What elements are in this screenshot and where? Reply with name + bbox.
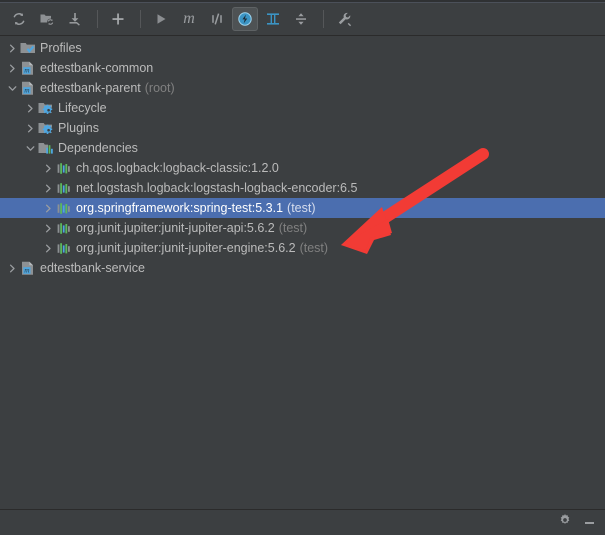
minimize-icon bbox=[584, 521, 594, 524]
tree-node-plugins[interactable]: Plugins bbox=[0, 118, 605, 138]
tree-node-label: org.junit.jupiter:junit-jupiter-api:5.6.… bbox=[76, 221, 275, 235]
folder-refresh-icon bbox=[39, 11, 55, 27]
hide-button[interactable] bbox=[579, 513, 599, 533]
dependency-icon bbox=[55, 220, 72, 236]
tree-node-label: net.logstash.logback:logstash-logback-en… bbox=[76, 181, 358, 195]
gear-icon bbox=[558, 513, 572, 532]
tree-node-label: ch.qos.logback:logback-classic:1.2.0 bbox=[76, 161, 279, 175]
dependency-icon bbox=[55, 200, 72, 216]
tree-node-junit-jupiter-api[interactable]: org.junit.jupiter:junit-jupiter-api:5.6.… bbox=[0, 218, 605, 238]
chevron-right-icon[interactable] bbox=[6, 58, 19, 78]
profiles-folder-icon bbox=[19, 40, 36, 56]
chevron-right-icon[interactable] bbox=[42, 158, 55, 178]
reimport-all-maven-projects-button[interactable] bbox=[6, 7, 32, 31]
dependency-icon bbox=[55, 180, 72, 196]
toolbar-separator-3 bbox=[323, 10, 324, 28]
add-maven-project-button[interactable] bbox=[105, 7, 131, 31]
maven-m-icon: m bbox=[183, 10, 195, 27]
maven-module-icon: m bbox=[19, 260, 36, 276]
toolbar-separator-2 bbox=[140, 10, 141, 28]
collapse-all-button[interactable] bbox=[288, 7, 314, 31]
plugins-folder-icon bbox=[37, 120, 54, 136]
download-sources-and-documentation-button[interactable] bbox=[62, 7, 88, 31]
tree-node-edtestbank-common[interactable]: m edtestbank-common bbox=[0, 58, 605, 78]
dependency-icon bbox=[55, 160, 72, 176]
run-maven-build-button[interactable] bbox=[148, 7, 174, 31]
toolbar-separator-1 bbox=[97, 10, 98, 28]
maven-module-icon: m bbox=[19, 60, 36, 76]
wrench-icon bbox=[336, 11, 352, 27]
tool-window-statusbar bbox=[0, 509, 605, 535]
chevron-down-icon[interactable] bbox=[6, 78, 19, 98]
tree-node-label: org.junit.jupiter:junit-jupiter-engine:5… bbox=[76, 241, 296, 255]
tree-node-lifecycle[interactable]: Lifecycle bbox=[0, 98, 605, 118]
dependencies-folder-icon bbox=[37, 140, 54, 156]
maven-settings-button[interactable] bbox=[331, 7, 357, 31]
chevron-right-icon[interactable] bbox=[6, 258, 19, 278]
tree-node-profiles[interactable]: Profiles bbox=[0, 38, 605, 58]
tree-node-spring-test[interactable]: org.springframework:spring-test:5.3.1 (te… bbox=[0, 198, 605, 218]
tree-node-label: edtestbank-common bbox=[40, 61, 154, 75]
tree-node-scope-label: (test) bbox=[299, 241, 329, 255]
chevron-right-icon[interactable] bbox=[24, 98, 37, 118]
maven-toolbar: m bbox=[0, 3, 605, 36]
chevron-right-icon[interactable] bbox=[6, 38, 19, 58]
tree-node-label: Lifecycle bbox=[58, 101, 107, 115]
maven-projects-tree[interactable]: Profiles m edtestbank-common m edtestbank-pa… bbox=[0, 36, 605, 509]
chevron-right-icon[interactable] bbox=[42, 218, 55, 238]
maven-module-icon: m bbox=[19, 80, 36, 96]
generate-sources-and-update-folders-button[interactable] bbox=[34, 7, 60, 31]
tree-node-label: org.springframework:spring-test:5.3.1 bbox=[76, 201, 284, 215]
execute-maven-goal-button[interactable]: m bbox=[176, 7, 202, 31]
toggle-skip-tests-button[interactable] bbox=[204, 7, 230, 31]
chevron-down-icon[interactable] bbox=[24, 138, 37, 158]
chevron-right-icon[interactable] bbox=[42, 238, 55, 258]
toggle-offline-mode-button[interactable] bbox=[232, 7, 258, 31]
offline-mode-icon bbox=[237, 11, 253, 27]
tree-node-label: edtestbank-parent bbox=[40, 81, 141, 95]
chevron-right-icon[interactable] bbox=[24, 118, 37, 138]
dependency-icon bbox=[55, 240, 72, 256]
tree-node-logback-classic[interactable]: ch.qos.logback:logback-classic:1.2.0 bbox=[0, 158, 605, 178]
lifecycle-folder-icon bbox=[37, 100, 54, 116]
tree-node-edtestbank-parent[interactable]: m edtestbank-parent (root) bbox=[0, 78, 605, 98]
collapse-all-icon bbox=[293, 11, 309, 27]
plus-icon bbox=[110, 11, 126, 27]
settings-button[interactable] bbox=[555, 513, 575, 533]
tree-node-junit-jupiter-engine[interactable]: org.junit.jupiter:junit-jupiter-engine:5… bbox=[0, 238, 605, 258]
chevron-right-icon[interactable] bbox=[42, 178, 55, 198]
tree-node-scope-label: (root) bbox=[144, 81, 175, 95]
run-icon bbox=[153, 11, 169, 27]
tree-node-scope-label: (test) bbox=[278, 221, 308, 235]
tree-node-label: Plugins bbox=[58, 121, 99, 135]
download-icon bbox=[67, 11, 83, 27]
refresh-icon bbox=[11, 11, 27, 27]
tree-node-dependencies[interactable]: Dependencies bbox=[0, 138, 605, 158]
tree-node-label: Dependencies bbox=[58, 141, 138, 155]
tree-node-label: edtestbank-service bbox=[40, 261, 145, 275]
skip-tests-icon bbox=[209, 11, 225, 27]
tree-node-scope-label: (test) bbox=[287, 201, 316, 215]
tree-node-logstash-logback-encoder[interactable]: net.logstash.logback:logstash-logback-en… bbox=[0, 178, 605, 198]
maven-tool-window: m Profiles m edtestbank-common m edtestb… bbox=[0, 0, 605, 535]
dependencies-diagram-icon bbox=[265, 11, 281, 27]
tree-node-edtestbank-service[interactable]: m edtestbank-service bbox=[0, 258, 605, 278]
svg-text:m: m bbox=[24, 265, 30, 274]
show-dependencies-button[interactable] bbox=[260, 7, 286, 31]
svg-text:m: m bbox=[24, 65, 30, 74]
tree-node-label: Profiles bbox=[40, 41, 82, 55]
svg-text:m: m bbox=[24, 85, 30, 94]
chevron-right-icon[interactable] bbox=[42, 198, 55, 218]
